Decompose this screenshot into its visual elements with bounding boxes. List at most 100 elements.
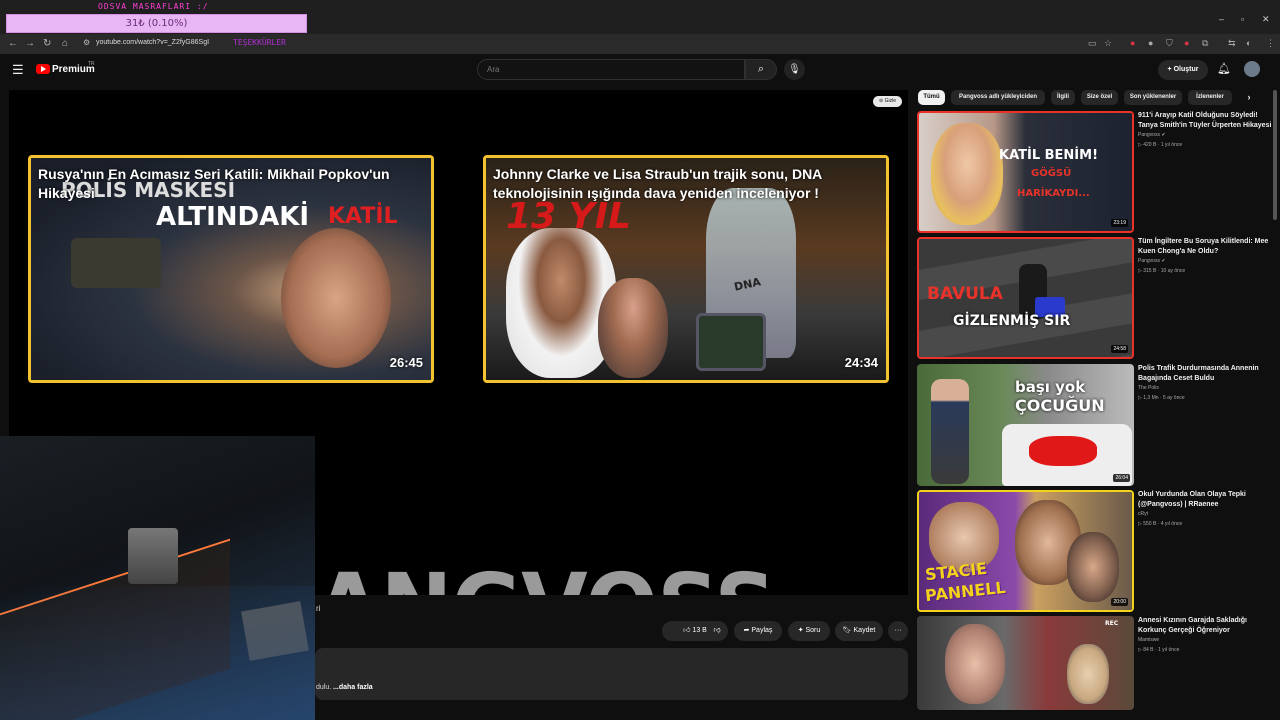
video-title[interactable]: Annesi Kızının Garajda Sakladığı Korkunç…	[1138, 616, 1276, 636]
dislike-button[interactable]: 👎︎	[706, 621, 728, 641]
bookmark-icon: 🔖︎	[842, 627, 854, 634]
avatar[interactable]	[1244, 61, 1260, 77]
thumb-text: GÖĞSÜ	[1031, 168, 1072, 179]
ask-button[interactable]: ✦ Soru	[788, 621, 830, 641]
list-item[interactable]: KATİL BENİM! GÖĞSÜ HARİKAYDI... 23:19 91…	[917, 111, 1277, 235]
endcard-art-text: ALTINDAKİ	[156, 202, 310, 232]
stream-overlay-text: TEŞEKKÜRLER	[233, 38, 286, 47]
thumbs-down-icon: 👎︎	[713, 627, 721, 634]
thumb-text: GİZLENMİŞ SIR	[953, 313, 1071, 329]
car-image	[71, 238, 161, 288]
streamer-image	[1067, 532, 1119, 602]
video-duration: 23:19	[1111, 219, 1128, 227]
person-image	[506, 228, 616, 378]
chip-for-you[interactable]: Size özel	[1081, 90, 1118, 105]
ask-label: Soru	[805, 627, 821, 634]
search-icon[interactable]: ⌕	[745, 59, 777, 80]
officer-image	[931, 379, 969, 484]
video-thumbnail[interactable]: başı yok ÇOCUĞUN 26:04	[917, 364, 1134, 486]
shield-icon[interactable]: ⛉	[1166, 38, 1173, 49]
hamburger-menu-icon[interactable]: ☰	[12, 62, 24, 78]
list-item[interactable]: başı yok ÇOCUĞUN 26:04 Polis Trafik Durd…	[917, 364, 1277, 488]
home-icon[interactable]: ⌂	[62, 38, 68, 49]
endcard-duration: 24:34	[844, 355, 878, 370]
puzzle-icon[interactable]: ⧉	[1202, 38, 1208, 49]
create-button[interactable]: + Oluştur	[1158, 60, 1208, 80]
tv-image	[696, 313, 766, 371]
video-thumbnail[interactable]: KATİL BENİM! GÖĞSÜ HARİKAYDI... 23:19	[917, 111, 1134, 233]
sync-icon[interactable]: ⇆	[1228, 38, 1236, 49]
list-item[interactable]: BAVULA GİZLENMİŞ SIR 24:58 Tüm İngiltere…	[917, 237, 1277, 361]
chip-watched[interactable]: İzlenenler	[1188, 90, 1232, 105]
create-label: Oluştur	[1173, 66, 1199, 73]
share-button[interactable]: ➦ Paylaş	[734, 621, 782, 641]
desk-mat-image	[0, 586, 315, 720]
video-meta: ▷ 550 B · 4 yıl önce	[1138, 521, 1183, 527]
profile-icon[interactable]: ◐	[1246, 38, 1251, 48]
kebab-menu-icon[interactable]: ⋮	[1266, 38, 1275, 49]
face-image	[931, 123, 1003, 225]
description-more-link[interactable]: ...daha fazla	[333, 684, 373, 691]
video-meta: ▷ 420 B · 1 yıl önce	[1138, 142, 1183, 148]
channel-name-fragment: ri	[316, 604, 321, 613]
video-title[interactable]: Polis Trafik Durdurmasında Annenin Bagaj…	[1138, 364, 1276, 384]
microphone-icon[interactable]: 🎙	[784, 59, 805, 80]
site-info-icon[interactable]: ⚙	[83, 38, 90, 47]
chip-all[interactable]: Tümü	[918, 90, 945, 105]
list-item[interactable]: REC Annesi Kızının Garajda Sakladığı Kor…	[917, 616, 1277, 710]
endcard-title: Rusya'nın En Acımasız Seri Katili: Mikha…	[38, 166, 390, 201]
face-image	[1067, 644, 1109, 704]
url-field[interactable]: youtube.com/watch?v=_Z2fyG86SgI	[96, 39, 209, 46]
minimize-button[interactable]: –	[1219, 14, 1224, 24]
video-title[interactable]: 911'i Arayıp Katil Olduğunu Söyledi! Tan…	[1138, 111, 1276, 131]
person-image	[598, 278, 668, 378]
chip-related[interactable]: İlgili	[1051, 90, 1075, 105]
like-count: 13 B	[692, 627, 707, 634]
face-image	[945, 624, 1005, 704]
description-box[interactable]	[315, 648, 908, 700]
video-meta: ▷ 84 B · 1 yıl önce	[1138, 647, 1180, 653]
video-duration: 20:00	[1111, 598, 1128, 606]
maximize-button[interactable]: ▫	[1241, 14, 1244, 24]
more-actions-button[interactable]: ···	[888, 621, 908, 641]
chip-recent[interactable]: Son yüklenenler	[1124, 90, 1182, 105]
close-button[interactable]: ✕	[1262, 14, 1270, 25]
description-fragment: dulu.	[316, 684, 332, 691]
channel-name[interactable]: Mamiswe	[1138, 637, 1159, 643]
video-thumbnail[interactable]: REC	[917, 616, 1134, 710]
stream-overlay-progress: 31₺ (0.10%)	[6, 14, 307, 33]
channel-name[interactable]: The Polis	[1138, 385, 1159, 391]
chevron-right-icon[interactable]: ›	[1239, 90, 1259, 105]
search-input[interactable]: Ara	[477, 59, 745, 80]
forward-icon[interactable]: →	[25, 38, 35, 49]
webcam-overlay	[0, 436, 315, 720]
extension-icon[interactable]: ●	[1130, 38, 1135, 48]
video-title[interactable]: Okul Yurdunda Olan Olaya Tepki (@Pangvos…	[1138, 490, 1276, 510]
extension-icon[interactable]: ●	[1148, 38, 1153, 48]
thumb-text: ÇOCUĞUN	[1015, 396, 1105, 415]
sidebar-scrollbar[interactable]	[1273, 90, 1277, 220]
youtube-logo-icon[interactable]	[36, 64, 50, 74]
endscreen-video-2[interactable]: 13 YIL DNA Johnny Clarke ve Lisa Straub'…	[483, 155, 889, 383]
list-item[interactable]: STACIE PANNELL 20:00 Okul Yurdunda Olan …	[917, 490, 1277, 614]
channel-name[interactable]: cRyt	[1138, 511, 1148, 517]
channel-name[interactable]: Pangvoss ✔	[1138, 132, 1166, 138]
chip-from-uploader[interactable]: Pangvoss adlı yükleyiciden	[951, 90, 1045, 105]
channel-name[interactable]: Pangvoss ✔	[1138, 258, 1166, 264]
cast-icon[interactable]: ▭	[1088, 38, 1097, 49]
reload-icon[interactable]: ↻	[43, 38, 51, 49]
hide-endscreen-button[interactable]: ⊘ Gizle	[873, 96, 902, 107]
video-thumbnail[interactable]: BAVULA GİZLENMİŞ SIR 24:58	[917, 237, 1134, 359]
save-button[interactable]: 🔖︎ Kaydet	[835, 621, 883, 641]
thumb-text: BAVULA	[927, 284, 1003, 304]
endcard-duration: 26:45	[389, 355, 423, 370]
back-icon[interactable]: ←	[8, 38, 18, 49]
endscreen-video-1[interactable]: POLİS MASKESİ ALTINDAKİ KATİL Rusya'nın …	[28, 155, 434, 383]
video-thumbnail[interactable]: STACIE PANNELL 20:00	[917, 490, 1134, 612]
bookmark-star-icon[interactable]: ☆	[1104, 38, 1112, 49]
notification-bell-icon[interactable]: 🔔︎	[1217, 62, 1231, 75]
thumb-text: KATİL BENİM!	[999, 148, 1099, 163]
extension-icon[interactable]: ●	[1184, 38, 1189, 48]
video-meta: ▷ 315 B · 10 ay önce	[1138, 268, 1186, 274]
video-title[interactable]: Tüm İngiltere Bu Soruya Kilitlendi: Mee …	[1138, 237, 1276, 257]
